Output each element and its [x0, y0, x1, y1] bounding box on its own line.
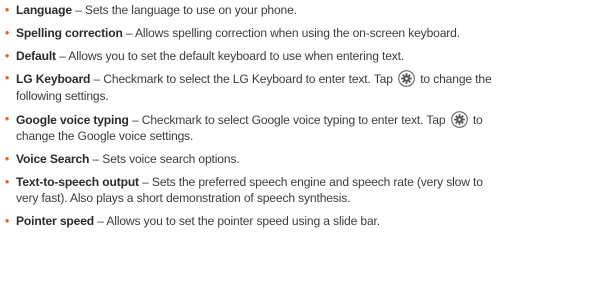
bullet: • — [5, 25, 10, 40]
desc-voice-search: – Sets voice search options. — [89, 151, 240, 166]
list-item-text-to-speech-output: • Text-to-speech output – Sets the prefe… — [5, 174, 602, 207]
desc-text-to-speech-line2: very fast). Also plays a short demonstra… — [16, 191, 351, 206]
term-language: Language — [16, 3, 72, 17]
list-item-voice-search: • Voice Search – Sets voice search optio… — [5, 151, 602, 168]
list-item-lg-keyboard: • LG Keyboard – Checkmark to select the … — [5, 70, 602, 104]
list-item-pointer-speed: • Pointer speed – Allows you to set the … — [5, 213, 602, 230]
bullet: • — [5, 174, 10, 189]
list-item-default: • Default – Allows you to set the defaul… — [5, 48, 602, 65]
bullet: • — [5, 3, 10, 17]
term-text-to-speech-output: Text-to-speech output — [16, 174, 139, 189]
term-pointer-speed: Pointer speed — [16, 214, 95, 229]
desc-google-voice-typing-line2: change the Google voice settings. — [16, 129, 194, 144]
list-item-spelling-correction: • Spelling correction – Allows spelling … — [5, 25, 602, 42]
term-voice-search: Voice Search — [16, 151, 90, 166]
list-item-google-voice-typing: • Google voice typing – Checkmark to sel… — [5, 110, 602, 145]
gear-icon — [450, 110, 468, 128]
desc-pointer-speed: – Allows you to set the pointer speed us… — [94, 214, 380, 229]
bullet: • — [5, 111, 10, 126]
desc-language: – Sets the language to use on your phone… — [71, 3, 297, 17]
term-google-voice-typing: Google voice typing — [16, 112, 129, 127]
settings-description-list: • Language – Sets the language to use on… — [5, 2, 602, 236]
desc-spelling-correction: – Allows spelling correction when using … — [122, 25, 460, 40]
term-default: Default — [16, 48, 56, 63]
bullet: • — [5, 214, 10, 229]
desc-lg-keyboard-line2: following settings. — [16, 88, 109, 103]
term-spelling-correction: Spelling correction — [16, 25, 123, 40]
bullet: • — [5, 48, 10, 63]
desc-text-to-speech-line1: – Sets the preferred speech engine and s… — [138, 174, 483, 189]
term-lg-keyboard: LG Keyboard — [16, 72, 91, 87]
desc-lg-keyboard-part1: – Checkmark to select the LG Keyboard to… — [90, 72, 396, 87]
gear-icon — [398, 70, 415, 88]
desc-google-voice-typing-part2: to — [469, 112, 483, 127]
bullet: • — [5, 151, 10, 166]
desc-google-voice-typing-part1: – Checkmark to select Google voice typin… — [128, 112, 449, 127]
bullet: • — [5, 71, 10, 86]
list-item-language: • Language – Sets the language to use on… — [5, 2, 602, 19]
desc-lg-keyboard-part2: to change the — [416, 72, 492, 87]
desc-default: – Allows you to set the default keyboard… — [55, 48, 405, 63]
